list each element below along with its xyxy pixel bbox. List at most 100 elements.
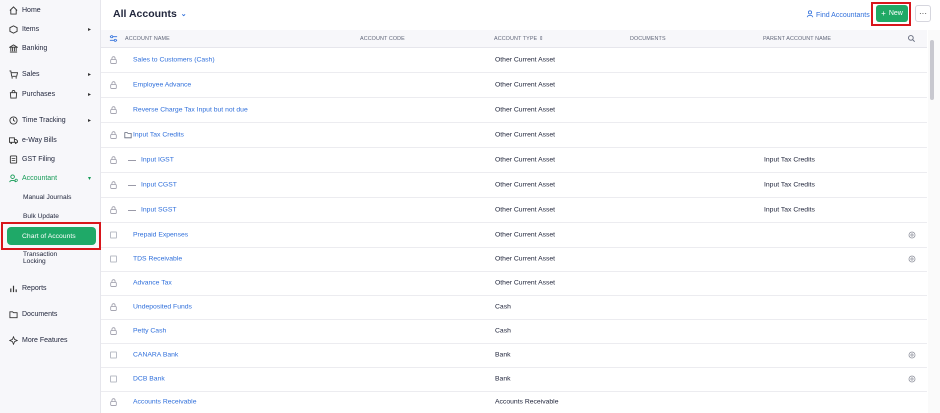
account-name-link[interactable]: Petty Cash [133,328,166,335]
sidebar-item-home[interactable]: Home [0,2,100,18]
account-name-link[interactable]: Employee Advance [133,82,191,89]
sidebar-item-label: Reports [22,284,47,292]
table-row[interactable]: Undeposited Funds Cash [101,295,927,320]
sidebar-item-sales[interactable]: Sales ▸ [0,66,100,82]
sidebar-item-eway-bills[interactable]: e-Way Bills [0,132,100,148]
lock-icon [110,81,117,89]
column-header-parent-account-name[interactable]: PARENT ACCOUNT NAME [763,36,831,42]
sidebar-subitem-bulk-update[interactable]: Bulk Update [0,213,100,220]
table-row[interactable]: Input SGST Other Current Asset Input Tax… [101,198,927,223]
chevron-right-icon: ▸ [87,26,91,33]
reports-icon [8,283,18,293]
account-name-link[interactable]: Accounts Receivable [133,399,196,406]
more-options-button[interactable]: ··· [915,5,931,22]
table-row[interactable]: Accounts Receivable Accounts Receivable [101,391,927,413]
column-header-documents[interactable]: DOCUMENTS [630,36,666,42]
account-name-link[interactable]: CANARA Bank [133,352,178,359]
account-name-link[interactable]: Advance Tax [133,280,172,287]
lock-icon [110,279,117,287]
account-name-link[interactable]: Input IGST [141,157,174,164]
account-type: Other Current Asset [495,279,556,287]
sidebar-item-documents[interactable]: Documents [0,306,100,322]
sidebar-item-reports[interactable]: Reports [0,280,100,296]
search-icon[interactable] [907,34,916,45]
sidebar-item-accountant[interactable]: Accountant ▾ [0,170,100,186]
column-settings-icon[interactable] [109,34,118,45]
table-row[interactable]: Prepaid Expenses Other Current Asset [101,223,927,248]
account-name-link[interactable]: Input CGST [141,182,177,189]
lock-icon [110,56,117,64]
column-header-account-code[interactable]: ACCOUNT CODE [360,36,405,42]
find-accountants-label: Find Accountants [816,11,870,19]
account-name-link[interactable]: Reverse Charge Tax Input but not due [133,107,248,114]
table-row[interactable]: Input IGST Other Current Asset Input Tax… [101,148,927,173]
row-checkbox[interactable] [110,375,117,383]
table-row[interactable]: Input CGST Other Current Asset Input Tax… [101,173,927,198]
table-row[interactable]: Petty Cash Cash [101,319,927,344]
column-header-account-type[interactable]: ACCOUNT TYPE ⇕ [494,36,543,42]
account-name-link[interactable]: Input Tax Credits [133,132,184,139]
sparkle-icon [8,335,18,345]
sidebar-subitem-label-line2: Locking [23,258,46,265]
page-title-label: All Accounts [113,8,177,20]
account-name-link[interactable]: TDS Receivable [133,256,182,263]
clock-icon [8,115,18,125]
table-row[interactable]: DCB Bank Bank [101,367,927,392]
page-title[interactable]: All Accounts ⌄ [113,8,187,20]
table-row[interactable]: Advance Tax Other Current Asset [101,271,927,296]
items-icon [8,24,18,34]
account-type: Other Current Asset [495,206,556,214]
table-row[interactable]: Input Tax Credits Other Current Asset [101,123,927,148]
chevron-down-icon: ⌄ [180,11,187,18]
sidebar-item-label: Home [22,6,41,14]
sidebar-item-label: Documents [22,310,58,318]
accountant-icon [8,173,18,183]
table-row[interactable]: CANARA Bank Bank [101,343,927,368]
folder-icon [8,309,18,319]
sidebar-subitem-label-line1: Transaction [23,251,58,258]
tree-connector [128,185,136,186]
tree-connector [128,210,136,211]
sidebar-item-gst-filing[interactable]: GST Filing [0,151,100,167]
truck-icon [8,135,18,145]
table-row[interactable]: TDS Receivable Other Current Asset [101,247,927,272]
account-name-link[interactable]: DCB Bank [133,376,165,383]
sidebar-subitem-transaction-locking[interactable]: Transaction Locking [0,251,100,265]
sidebar-item-label: Time Tracking [22,116,66,124]
account-name-link[interactable]: Prepaid Expenses [133,232,188,239]
gear-icon[interactable] [908,351,916,359]
lock-icon [110,303,117,311]
account-name-link[interactable]: Undeposited Funds [133,304,192,311]
sidebar-subitem-manual-journals[interactable]: Manual Journals [0,194,100,201]
table-row[interactable]: Employee Advance Other Current Asset [101,73,927,98]
sidebar-item-purchases[interactable]: Purchases ▸ [0,86,100,102]
sidebar-item-label: More Features [22,336,68,344]
row-checkbox[interactable] [110,231,117,239]
table-row[interactable]: Sales to Customers (Cash) Other Current … [101,48,927,73]
account-type: Other Current Asset [495,131,556,139]
find-accountants-link[interactable]: Find Accountants [806,10,870,20]
sidebar-item-banking[interactable]: Banking [0,40,100,56]
table-header: ACCOUNT NAME ACCOUNT CODE ACCOUNT TYPE ⇕… [101,30,927,48]
account-type: Other Current Asset [495,81,556,89]
parent-account-name: Input Tax Credits [764,181,815,189]
gear-icon[interactable] [908,375,916,383]
parent-account-name: Input Tax Credits [764,156,815,164]
row-checkbox[interactable] [110,351,117,359]
account-name-link[interactable]: Sales to Customers (Cash) [133,57,215,64]
sidebar-item-label: GST Filing [22,155,55,163]
vertical-scrollbar[interactable] [928,30,940,413]
sidebar-item-label: Sales [22,70,40,78]
lock-icon [110,156,117,164]
account-name-link[interactable]: Input SGST [141,207,177,214]
gear-icon[interactable] [908,231,916,239]
table-row[interactable]: Reverse Charge Tax Input but not due Oth… [101,98,927,123]
sidebar-item-items[interactable]: Items ▸ [0,21,100,37]
scrollbar-thumb[interactable] [930,40,934,100]
column-header-account-name[interactable]: ACCOUNT NAME [125,36,170,42]
row-checkbox[interactable] [110,255,117,263]
sidebar-item-more-features[interactable]: More Features [0,332,100,348]
home-icon [8,5,18,15]
gear-icon[interactable] [908,255,916,263]
sidebar-item-time-tracking[interactable]: Time Tracking ▸ [0,112,100,128]
